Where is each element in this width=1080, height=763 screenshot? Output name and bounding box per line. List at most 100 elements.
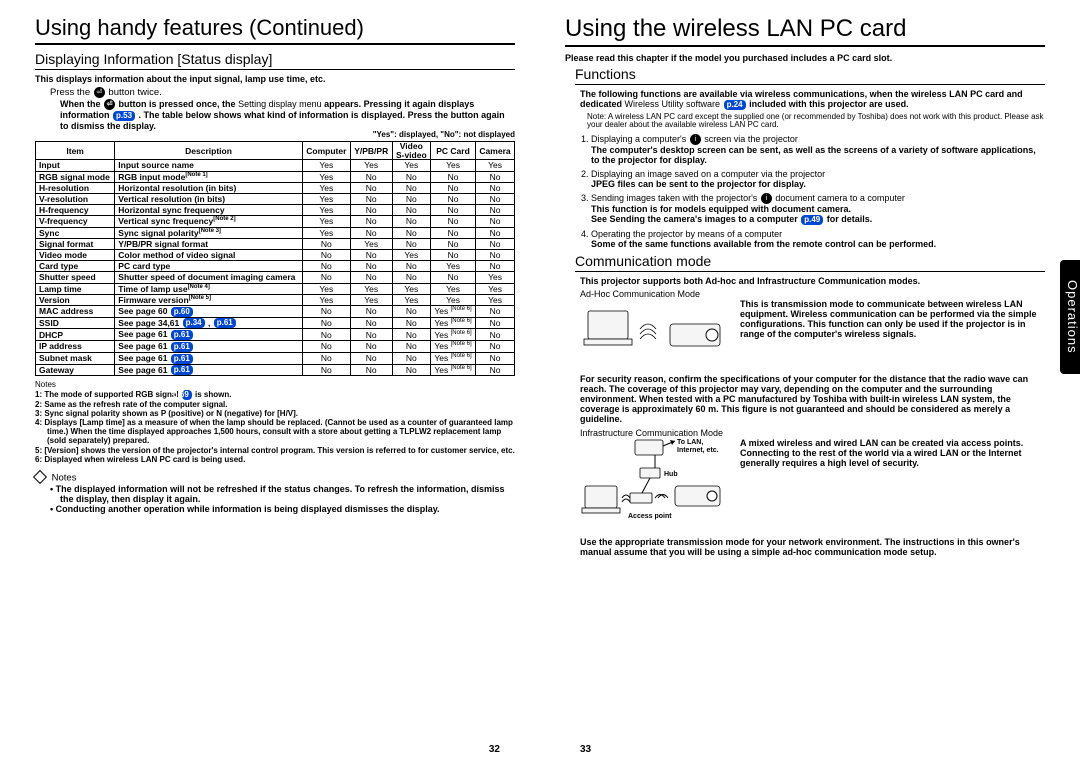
cell: No [350, 182, 392, 193]
notes2-label: Notes [52, 472, 77, 483]
cell: Yes [302, 294, 350, 305]
table-row: Shutter speedShutter speed of document i… [36, 272, 515, 283]
cell: No [430, 171, 475, 182]
ap-label: Access point [628, 513, 672, 520]
fn-3: Sending images taken with the projector'… [591, 193, 1045, 225]
func-intro: The following functions are available vi… [580, 89, 1045, 110]
cell: Input [36, 160, 115, 171]
comm-mode-h2: Communication mode [575, 253, 1045, 269]
cell: Yes [350, 283, 392, 294]
cell: Subnet mask [36, 352, 115, 364]
th-4: VideoS-video [392, 142, 430, 160]
cell: No [350, 352, 392, 364]
cell: DHCP [36, 329, 115, 341]
cell: No [476, 194, 515, 205]
cell: Color method of video signal [115, 249, 303, 260]
hr [575, 84, 1045, 85]
cell: No [392, 305, 430, 317]
cell: Yes [476, 160, 515, 171]
note-item: 4: Displays [Lamp time] as a measure of … [35, 418, 515, 446]
fn-2: Displaying an image saved on a computer … [591, 169, 1045, 189]
cell: Yes [392, 283, 430, 294]
to-lan-label: To LAN, [677, 439, 703, 446]
infra-diagram: To LAN, Internet, etc. Hub Access point [580, 438, 730, 533]
cell: Yes [302, 182, 350, 193]
page-number-33: 33 [580, 744, 591, 755]
fn-4: Operating the projector by means of a co… [591, 229, 1045, 249]
cell: No [392, 182, 430, 193]
cell: See page 61 p.61 [115, 341, 303, 353]
table-row: Signal formatY/PB/PR signal formatNoYesN… [36, 238, 515, 249]
cell: No [302, 329, 350, 341]
cell: No [350, 272, 392, 283]
enter-icon: ⏎ [94, 87, 105, 98]
cell: No [350, 171, 392, 182]
cell: No [392, 194, 430, 205]
table-row: V-resolutionVertical resolution (in bits… [36, 194, 515, 205]
cell: Yes [430, 261, 475, 272]
cell: MAC address [36, 305, 115, 317]
adhoc-diagram [580, 299, 730, 374]
th-5: PC Card [430, 142, 475, 160]
cell: No [476, 305, 515, 317]
hr [575, 271, 1045, 272]
cell: No [476, 261, 515, 272]
adhoc-text: This is transmission mode to communicate… [740, 299, 1045, 339]
hr [35, 43, 515, 45]
operations-tab: Operations [1060, 260, 1080, 374]
page-ref-49: p.49 [801, 215, 823, 225]
cell: No [302, 249, 350, 260]
cell: Horizontal resolution (in bits) [115, 182, 303, 193]
cell: Yes [Note 6] [430, 305, 475, 317]
bullets-list: • The displayed information will not be … [50, 484, 515, 514]
table-row: MAC addressSee page 60 p.60NoNoNoYes [No… [36, 305, 515, 317]
cell: Yes [430, 283, 475, 294]
cell: No [392, 261, 430, 272]
cell: Yes [302, 171, 350, 182]
cell: No [302, 272, 350, 283]
functions-list: Displaying a computer's i screen via the… [575, 134, 1045, 249]
adhoc-label: Ad-Hoc Communication Mode [580, 289, 1045, 299]
cell: No [476, 249, 515, 260]
right-h1: Using the wireless LAN PC card [565, 15, 1045, 43]
cell: Firmware version[Note 5] [115, 294, 303, 305]
cell: Yes [350, 160, 392, 171]
table-row: Card typePC card typeNoNoNoYesNo [36, 261, 515, 272]
cell: No [430, 205, 475, 216]
cell: No [430, 227, 475, 238]
page-number-32: 32 [489, 744, 500, 755]
cell: Yes [476, 294, 515, 305]
cell: Yes [302, 283, 350, 294]
cell: No [476, 238, 515, 249]
cell: No [476, 216, 515, 227]
notes-label: Notes [35, 380, 515, 389]
cell: No [392, 227, 430, 238]
table-row: GatewaySee page 61 p.61NoNoNoYes [Note 6… [36, 364, 515, 376]
cell: Yes [302, 205, 350, 216]
info-table: ItemDescriptionComputerY/PB/PRVideoS-vid… [35, 141, 515, 376]
right-page: Using the wireless LAN PC card Please re… [540, 0, 1080, 763]
cell: No [476, 364, 515, 376]
cell: SSID [36, 317, 115, 329]
th-2: Computer [302, 142, 350, 160]
cell: Yes [302, 216, 350, 227]
cell: See page 61 p.61 [115, 329, 303, 341]
cell: V-frequency [36, 216, 115, 227]
cell: RGB input mode[Note 1] [115, 171, 303, 182]
cell: No [430, 216, 475, 227]
note-item: 6: Displayed when wireless LAN PC card i… [35, 455, 515, 464]
press-line: Press the ⏎ button twice. [50, 87, 515, 99]
cell: No [302, 352, 350, 364]
cell: No [392, 216, 430, 227]
cell: No [392, 329, 430, 341]
bullet-item: • The displayed information will not be … [50, 484, 515, 504]
cell: No [350, 249, 392, 260]
cell: Vertical resolution (in bits) [115, 194, 303, 205]
cell: See page 61 p.61 [115, 352, 303, 364]
hr [565, 45, 1045, 47]
cell: No [430, 272, 475, 283]
cell: No [302, 341, 350, 353]
cell: Version [36, 294, 115, 305]
table-row: Video modeColor method of video signalNo… [36, 249, 515, 260]
cell: Yes [302, 227, 350, 238]
